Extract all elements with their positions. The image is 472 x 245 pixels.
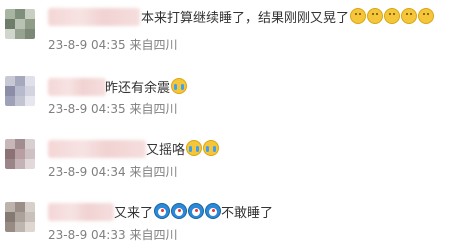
avatar[interactable] <box>5 139 35 169</box>
avatar[interactable] <box>5 9 35 39</box>
avatar[interactable] <box>5 202 35 232</box>
comment-location: 来自四川 <box>129 165 178 179</box>
blurred-username <box>48 140 146 158</box>
doraemon-icon <box>205 203 222 219</box>
comment-item: 昨还有余震 23-8-9 04:35 来自四川 <box>0 62 472 122</box>
smile-face-icon <box>367 8 384 24</box>
crying-face-icon <box>186 140 203 156</box>
comment-meta: 23-8-9 04:35 来自四川 <box>48 101 177 117</box>
comment-list: 本来打算继续睡了，结果刚刚又晃了 23-8-9 04:35 来自四川 昨还有余震… <box>0 0 472 245</box>
comment-item: 本来打算继续睡了，结果刚刚又晃了 23-8-9 04:35 来自四川 <box>0 0 472 60</box>
comment-meta: 23-8-9 04:35 来自四川 <box>48 37 177 53</box>
comment-location: 来自四川 <box>129 38 178 52</box>
comment-meta: 23-8-9 04:34 来自四川 <box>48 164 177 180</box>
doraemon-icon <box>154 203 171 219</box>
comment-text: 又来了 不敢睡了 <box>114 203 273 223</box>
smile-face-icon <box>350 8 367 24</box>
smile-face-icon <box>401 8 418 24</box>
comment-text: 又摇咯 <box>146 140 220 160</box>
avatar[interactable] <box>5 76 35 106</box>
smile-face-icon <box>384 8 401 24</box>
crying-face-icon <box>203 140 220 156</box>
crying-face-icon <box>171 78 188 94</box>
comment-location: 来自四川 <box>129 102 178 116</box>
comment-item: 又来了 不敢睡了 23-8-9 04:33 来自四川 <box>0 184 472 244</box>
blurred-username <box>48 203 114 221</box>
comment-time: 23-8-9 04:33 <box>48 228 126 242</box>
doraemon-icon <box>171 203 188 219</box>
blurred-username <box>48 78 106 96</box>
comment-location: 来自四川 <box>129 228 178 242</box>
blurred-username <box>48 8 140 26</box>
comment-time: 23-8-9 04:35 <box>48 102 126 116</box>
comment-meta: 23-8-9 04:33 来自四川 <box>48 227 177 243</box>
smile-face-icon <box>418 8 435 24</box>
comment-text: 昨还有余震 <box>105 78 188 98</box>
comment-text: 本来打算继续睡了，结果刚刚又晃了 <box>141 8 435 28</box>
doraemon-icon <box>188 203 205 219</box>
comment-time: 23-8-9 04:34 <box>48 165 126 179</box>
comment-time: 23-8-9 04:35 <box>48 38 126 52</box>
comment-item: 又摇咯 23-8-9 04:34 来自四川 <box>0 123 472 183</box>
